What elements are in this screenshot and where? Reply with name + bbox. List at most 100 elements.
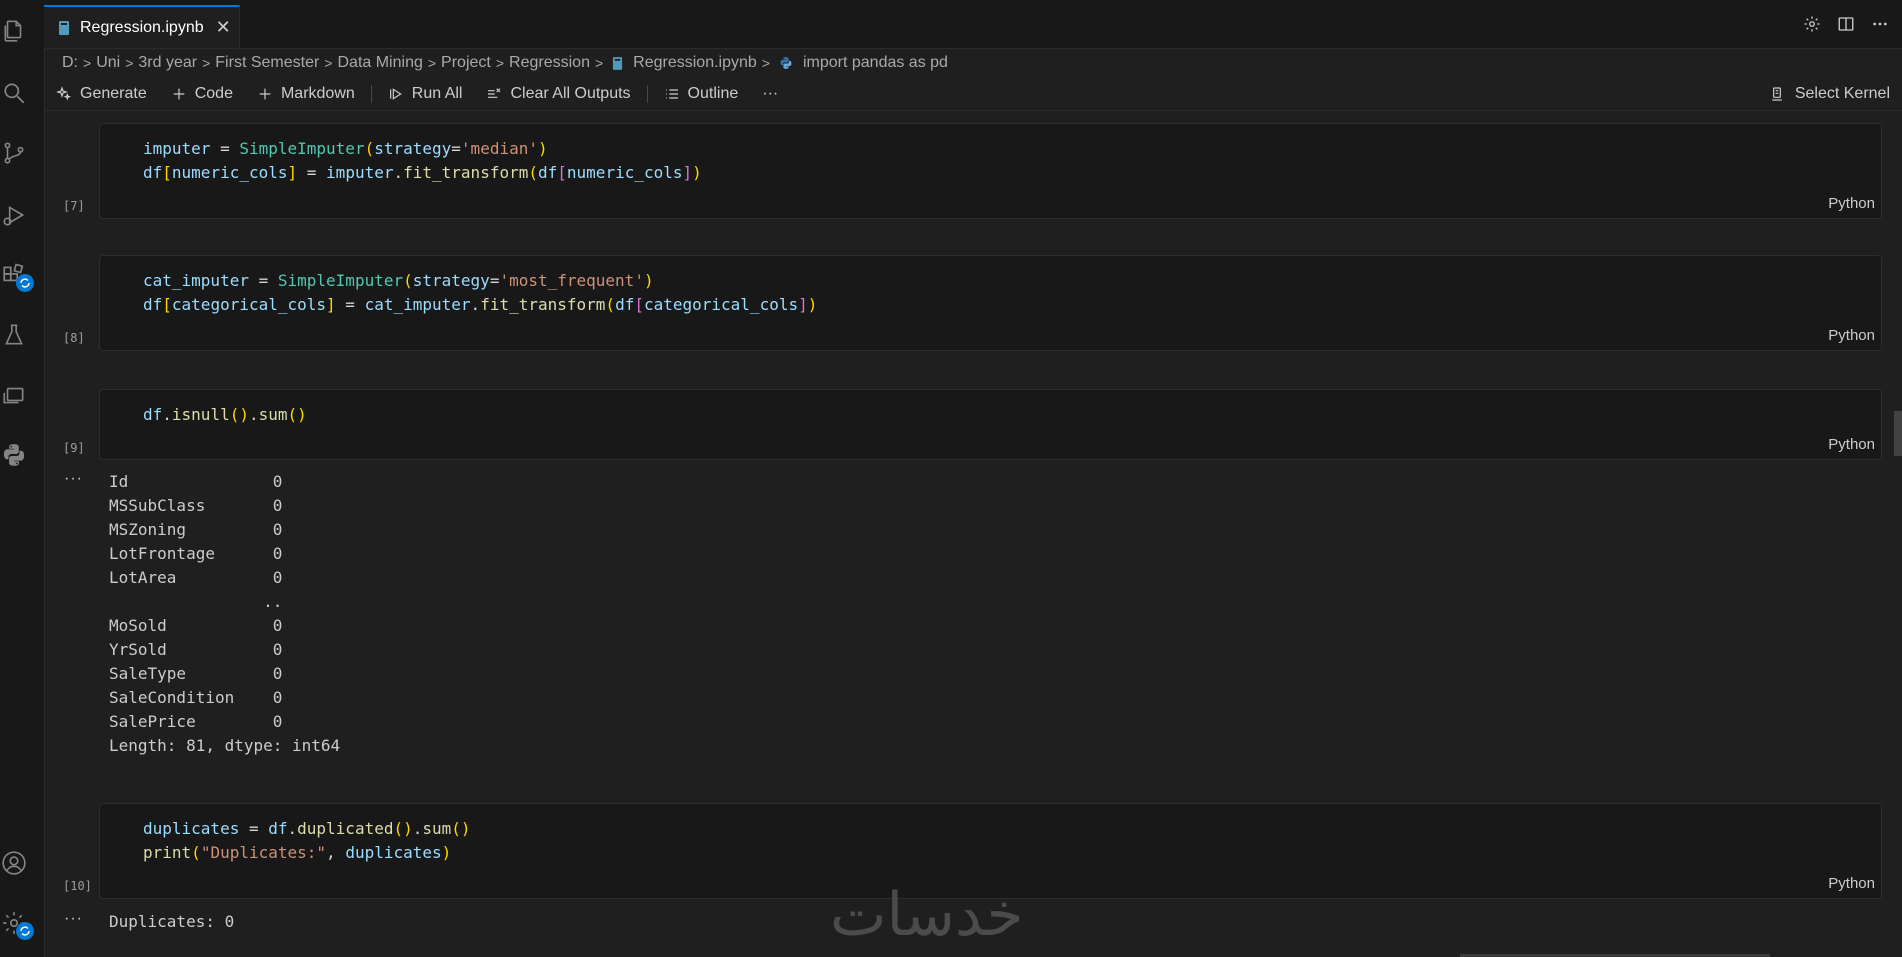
execution-count: [9]: [63, 441, 85, 455]
notebook-file-icon: [59, 20, 69, 35]
chevron-right-icon: >: [761, 55, 770, 71]
code-token: 'most_frequent': [499, 271, 644, 290]
code-token: imputer: [326, 163, 394, 182]
breadcrumb-item[interactable]: Uni: [96, 54, 120, 72]
code-token: imputer: [143, 139, 211, 158]
more-toolbar-actions-button[interactable]: ···: [750, 80, 790, 108]
source-control-icon[interactable]: [0, 138, 28, 168]
code-cell[interactable]: df.isnull().sum() Python: [99, 389, 1882, 460]
code-token: =: [335, 295, 365, 314]
cell-language-label[interactable]: Python: [1828, 327, 1875, 344]
chevron-right-icon: >: [83, 55, 92, 71]
cell-output: Duplicates: 0: [109, 910, 234, 934]
cell-source[interactable]: cat_imputer = SimpleImputer(strategy='mo…: [100, 256, 1881, 317]
close-icon[interactable]: ✕: [216, 17, 231, 38]
output-more-icon[interactable]: ···: [64, 470, 83, 488]
chevron-right-icon: >: [324, 55, 333, 71]
vertical-scrollbar-thumb[interactable]: [1894, 411, 1902, 456]
code-token: categorical_cols: [643, 295, 799, 314]
notebook-editor: imputer = SimpleImputer(strategy='median…: [44, 111, 1902, 957]
code-token: (): [393, 819, 413, 838]
breadcrumb-item[interactable]: First Semester: [215, 54, 319, 72]
run-all-button[interactable]: Run All: [376, 80, 475, 108]
code-token: duplicates: [143, 819, 240, 838]
cell-source[interactable]: duplicates = df.duplicated().sum() print…: [100, 804, 1881, 865]
plus-icon: [173, 88, 185, 100]
python-icon[interactable]: [0, 440, 28, 470]
run-debug-icon[interactable]: [0, 200, 28, 230]
code-token: fit_transform: [480, 295, 606, 314]
breadcrumb-item[interactable]: Regression: [509, 54, 590, 72]
cell-language-label[interactable]: Python: [1828, 195, 1875, 212]
output-line: YrSold 0: [109, 640, 283, 659]
generate-button[interactable]: Generate: [44, 80, 159, 108]
add-markdown-cell-button[interactable]: Markdown: [245, 80, 367, 108]
code-token: [: [162, 295, 172, 314]
account-icon[interactable]: [0, 848, 28, 878]
code-token: df: [143, 295, 163, 314]
add-code-cell-button[interactable]: Code: [159, 80, 245, 108]
outline-button[interactable]: Outline: [652, 80, 751, 108]
breadcrumb-item[interactable]: Project: [441, 54, 491, 72]
extensions-icon[interactable]: [0, 260, 34, 292]
clear-all-icon: [488, 88, 501, 98]
code-token: ): [643, 271, 654, 290]
code-token: "Duplicates:": [200, 843, 327, 862]
code-token: duplicated: [297, 819, 394, 838]
notebook-toolbar: Generate Code Markdown Run All Clear All…: [44, 78, 1902, 111]
output-more-icon[interactable]: ···: [64, 910, 83, 928]
execution-count: [10]: [63, 879, 92, 893]
remote-explorer-icon[interactable]: [0, 380, 28, 410]
settings-gear-icon[interactable]: [1802, 14, 1822, 34]
code-token: strategy: [374, 139, 452, 158]
code-token: categorical_cols: [171, 295, 327, 314]
code-token: SimpleImputer: [277, 271, 404, 290]
search-icon[interactable]: [0, 78, 28, 108]
split-editor-icon[interactable]: [1836, 14, 1856, 34]
breadcrumb-item[interactable]: D:: [62, 54, 78, 72]
cell-language-label[interactable]: Python: [1828, 875, 1875, 892]
code-token: (: [191, 843, 201, 862]
testing-icon[interactable]: [0, 320, 28, 350]
output-line: ..: [109, 592, 283, 611]
toolbar-divider: [646, 85, 648, 103]
sync-badge-icon: [16, 922, 34, 940]
code-cell[interactable]: imputer = SimpleImputer(strategy='median…: [99, 123, 1882, 219]
code-label: Code: [194, 85, 233, 102]
code-token: SimpleImputer: [239, 139, 365, 158]
breadcrumb-item[interactable]: Data Mining: [337, 54, 422, 72]
cell-source[interactable]: imputer = SimpleImputer(strategy='median…: [100, 124, 1881, 185]
code-token: =: [489, 271, 500, 290]
breadcrumb-item[interactable]: Regression.ipynb: [633, 54, 757, 72]
explorer-icon[interactable]: [0, 16, 28, 46]
breadcrumb-item[interactable]: 3rd year: [138, 54, 197, 72]
markdown-label: Markdown: [280, 85, 355, 102]
code-token: numeric_cols: [566, 163, 683, 182]
cell-source[interactable]: df.isnull().sum(): [100, 390, 1881, 427]
code-token: ]: [798, 295, 808, 314]
code-token: ]: [682, 163, 693, 182]
watermark-logo: خدسات: [830, 880, 1026, 950]
kernel-icon: [1772, 87, 1782, 101]
tab-bar: Regression.ipynb ✕: [44, 0, 1902, 49]
tab-regression-ipynb[interactable]: Regression.ipynb ✕: [44, 5, 240, 48]
more-actions-icon[interactable]: [1870, 14, 1890, 34]
execution-count: [8]: [63, 331, 85, 345]
breadcrumb-item[interactable]: import pandas as pd: [803, 54, 948, 72]
execution-count: [7]: [63, 199, 85, 213]
breadcrumb: D: > Uni > 3rd year > First Semester > D…: [62, 52, 948, 74]
cell-language-label[interactable]: Python: [1828, 436, 1875, 453]
clear-all-outputs-button[interactable]: Clear All Outputs: [474, 80, 642, 108]
code-token: fit_transform: [403, 163, 529, 182]
code-token: =: [210, 139, 240, 158]
list-icon: [665, 89, 678, 99]
code-token: ]: [326, 295, 336, 314]
output-line: Id 0: [109, 472, 283, 491]
output-line: SaleType 0: [109, 664, 283, 683]
run-all-label: Run All: [411, 85, 463, 102]
code-cell[interactable]: cat_imputer = SimpleImputer(strategy='mo…: [99, 255, 1882, 351]
code-token: ): [441, 843, 452, 862]
manage-gear-icon[interactable]: [0, 908, 34, 940]
code-token: print: [143, 843, 192, 862]
select-kernel-button[interactable]: Select Kernel: [1769, 80, 1890, 108]
